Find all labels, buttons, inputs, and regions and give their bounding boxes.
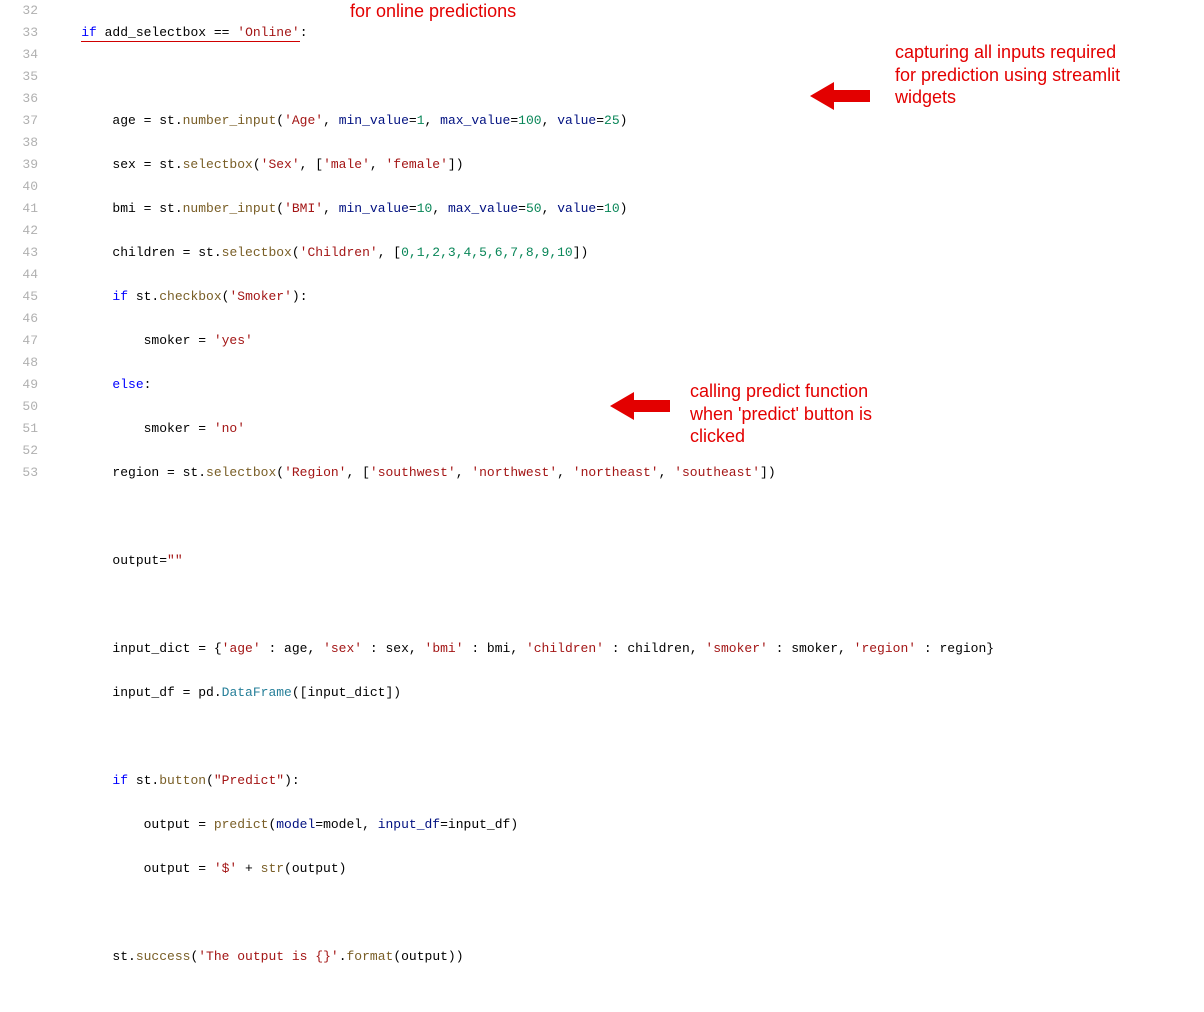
line-number: 32 — [0, 0, 38, 22]
code-line-52[interactable] — [50, 902, 1204, 924]
line-number: 51 — [0, 418, 38, 440]
line-number: 43 — [0, 242, 38, 264]
line-number: 44 — [0, 264, 38, 286]
code-line-47[interactable]: input_df = pd.DataFrame([input_dict]) — [50, 682, 1204, 704]
code-line-42[interactable]: region = st.selectbox('Region', ['southw… — [50, 462, 1204, 484]
line-number: 45 — [0, 286, 38, 308]
code-editor: 3233343536373839404142434445464748495051… — [0, 0, 1204, 550]
code-line-48[interactable] — [50, 726, 1204, 748]
line-number: 46 — [0, 308, 38, 330]
line-number: 50 — [0, 396, 38, 418]
line-number: 49 — [0, 374, 38, 396]
code-line-35[interactable]: sex = st.selectbox('Sex', ['male', 'fema… — [50, 154, 1204, 176]
line-number: 38 — [0, 132, 38, 154]
code-line-45[interactable] — [50, 594, 1204, 616]
code-line-37[interactable]: children = st.selectbox('Children', [0,1… — [50, 242, 1204, 264]
line-number: 47 — [0, 330, 38, 352]
code-line-43[interactable] — [50, 506, 1204, 528]
line-number: 48 — [0, 352, 38, 374]
code-line-50[interactable]: output = predict(model=model, input_df=i… — [50, 814, 1204, 836]
line-number: 40 — [0, 176, 38, 198]
line-number: 34 — [0, 44, 38, 66]
line-number-gutter: 3233343536373839404142434445464748495051… — [0, 0, 50, 550]
line-number: 36 — [0, 88, 38, 110]
line-number: 39 — [0, 154, 38, 176]
code-line-51[interactable]: output = '$' + str(output) — [50, 858, 1204, 880]
code-line-32[interactable]: if add_selectbox == 'Online': — [50, 22, 1204, 44]
code-line-34[interactable]: age = st.number_input('Age', min_value=1… — [50, 110, 1204, 132]
line-number: 41 — [0, 198, 38, 220]
code-line-36[interactable]: bmi = st.number_input('BMI', min_value=1… — [50, 198, 1204, 220]
line-number: 53 — [0, 462, 38, 484]
line-number: 37 — [0, 110, 38, 132]
code-line-33[interactable] — [50, 66, 1204, 88]
code-line-40[interactable]: else: — [50, 374, 1204, 396]
line-number: 33 — [0, 22, 38, 44]
line-number: 42 — [0, 220, 38, 242]
code-line-41[interactable]: smoker = 'no' — [50, 418, 1204, 440]
code-line-39[interactable]: smoker = 'yes' — [50, 330, 1204, 352]
line-number: 52 — [0, 440, 38, 462]
code-line-38[interactable]: if st.checkbox('Smoker'): — [50, 286, 1204, 308]
line-number: 35 — [0, 66, 38, 88]
code-area[interactable]: if add_selectbox == 'Online': age = st.n… — [50, 0, 1204, 550]
code-line-44[interactable]: output="" — [50, 550, 1204, 572]
code-line-53[interactable]: st.success('The output is {}'.format(out… — [50, 946, 1204, 968]
code-line-46[interactable]: input_dict = {'age' : age, 'sex' : sex, … — [50, 638, 1204, 660]
code-line-49[interactable]: if st.button("Predict"): — [50, 770, 1204, 792]
